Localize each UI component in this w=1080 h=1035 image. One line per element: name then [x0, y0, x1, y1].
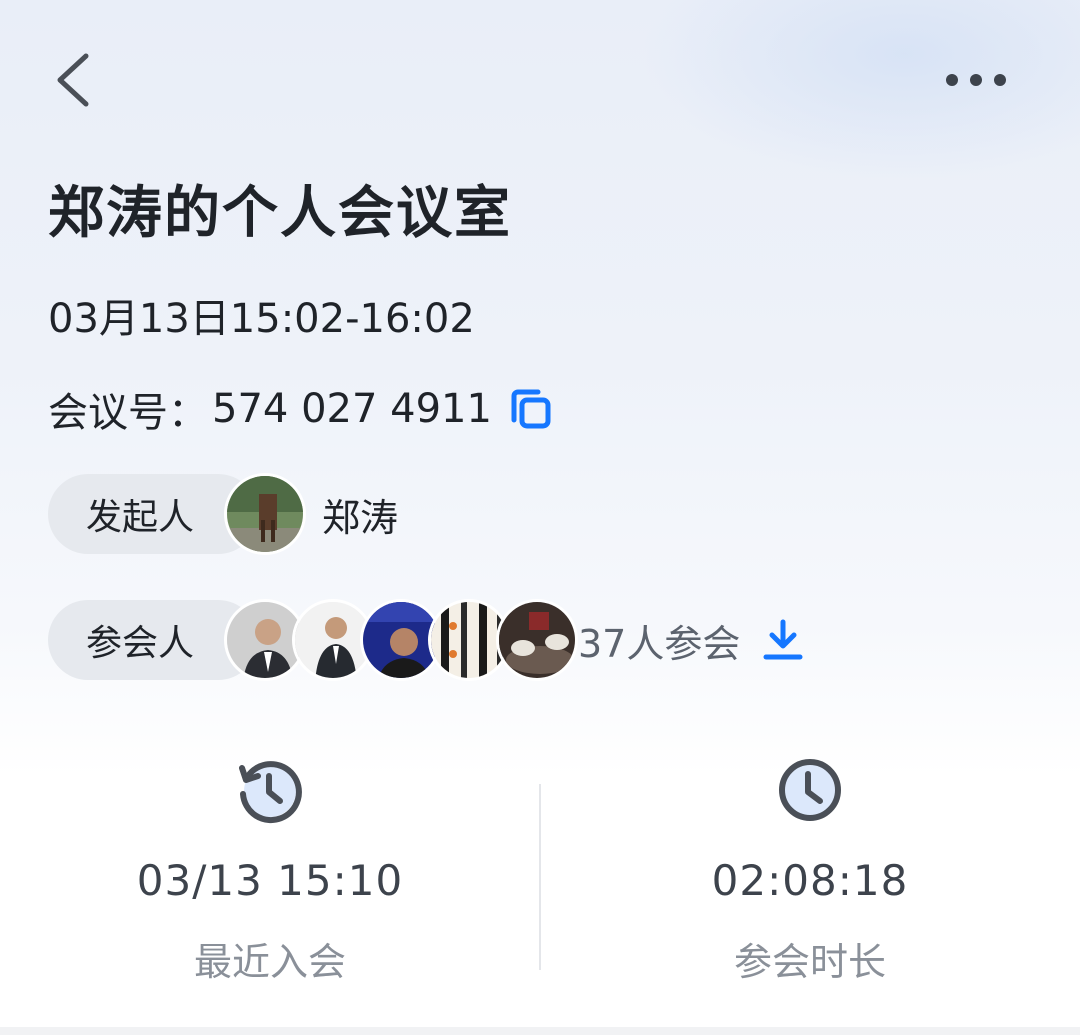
top-bar [0, 0, 1080, 160]
meeting-stats: 03/13 15:10 最近入会 02:08:18 参会时长 [0, 740, 1080, 990]
history-clock-icon [239, 761, 302, 824]
last-join-value: 03/13 15:10 [136, 856, 404, 905]
meeting-id-row: 会议号： 574 027 4911 [48, 380, 554, 438]
last-join-label: 最近入会 [193, 940, 346, 984]
avatar-image [499, 602, 575, 678]
copy-icon[interactable] [508, 386, 554, 432]
participants-label: 参会人 [86, 623, 195, 664]
meeting-id-value: 574 027 4911 [212, 386, 492, 432]
meeting-title: 郑涛的个人会议室 [48, 181, 512, 246]
participant-count[interactable]: 37人参会 [578, 613, 740, 668]
bottom-divider [0, 1027, 1080, 1035]
organizer-label: 发起人 [86, 497, 195, 538]
participants-row[interactable]: 参会人 37人参会 [48, 599, 806, 681]
organizer-row: 发起人 郑涛 [48, 473, 399, 555]
more-dots-icon [946, 74, 1006, 86]
back-button[interactable] [44, 44, 104, 116]
last-join-stat: 03/13 15:10 最近入会 [0, 740, 540, 986]
avatar[interactable] [496, 599, 578, 681]
duration-label: 参会时长 [733, 940, 886, 984]
avatar[interactable] [224, 473, 306, 555]
avatar-image [227, 476, 303, 552]
duration-value: 02:08:18 [711, 856, 909, 905]
duration-stat: 02:08:18 参会时长 [540, 740, 1080, 986]
meeting-time-range: 03月13日15:02-16:02 [48, 296, 475, 342]
more-options-button[interactable] [938, 58, 1018, 102]
chevron-left-icon [57, 53, 89, 107]
meeting-id-label: 会议号： [48, 390, 208, 436]
participant-avatars [224, 599, 578, 681]
organizer-name: 郑涛 [322, 495, 399, 540]
clock-icon [779, 759, 841, 821]
download-icon[interactable] [760, 617, 806, 663]
